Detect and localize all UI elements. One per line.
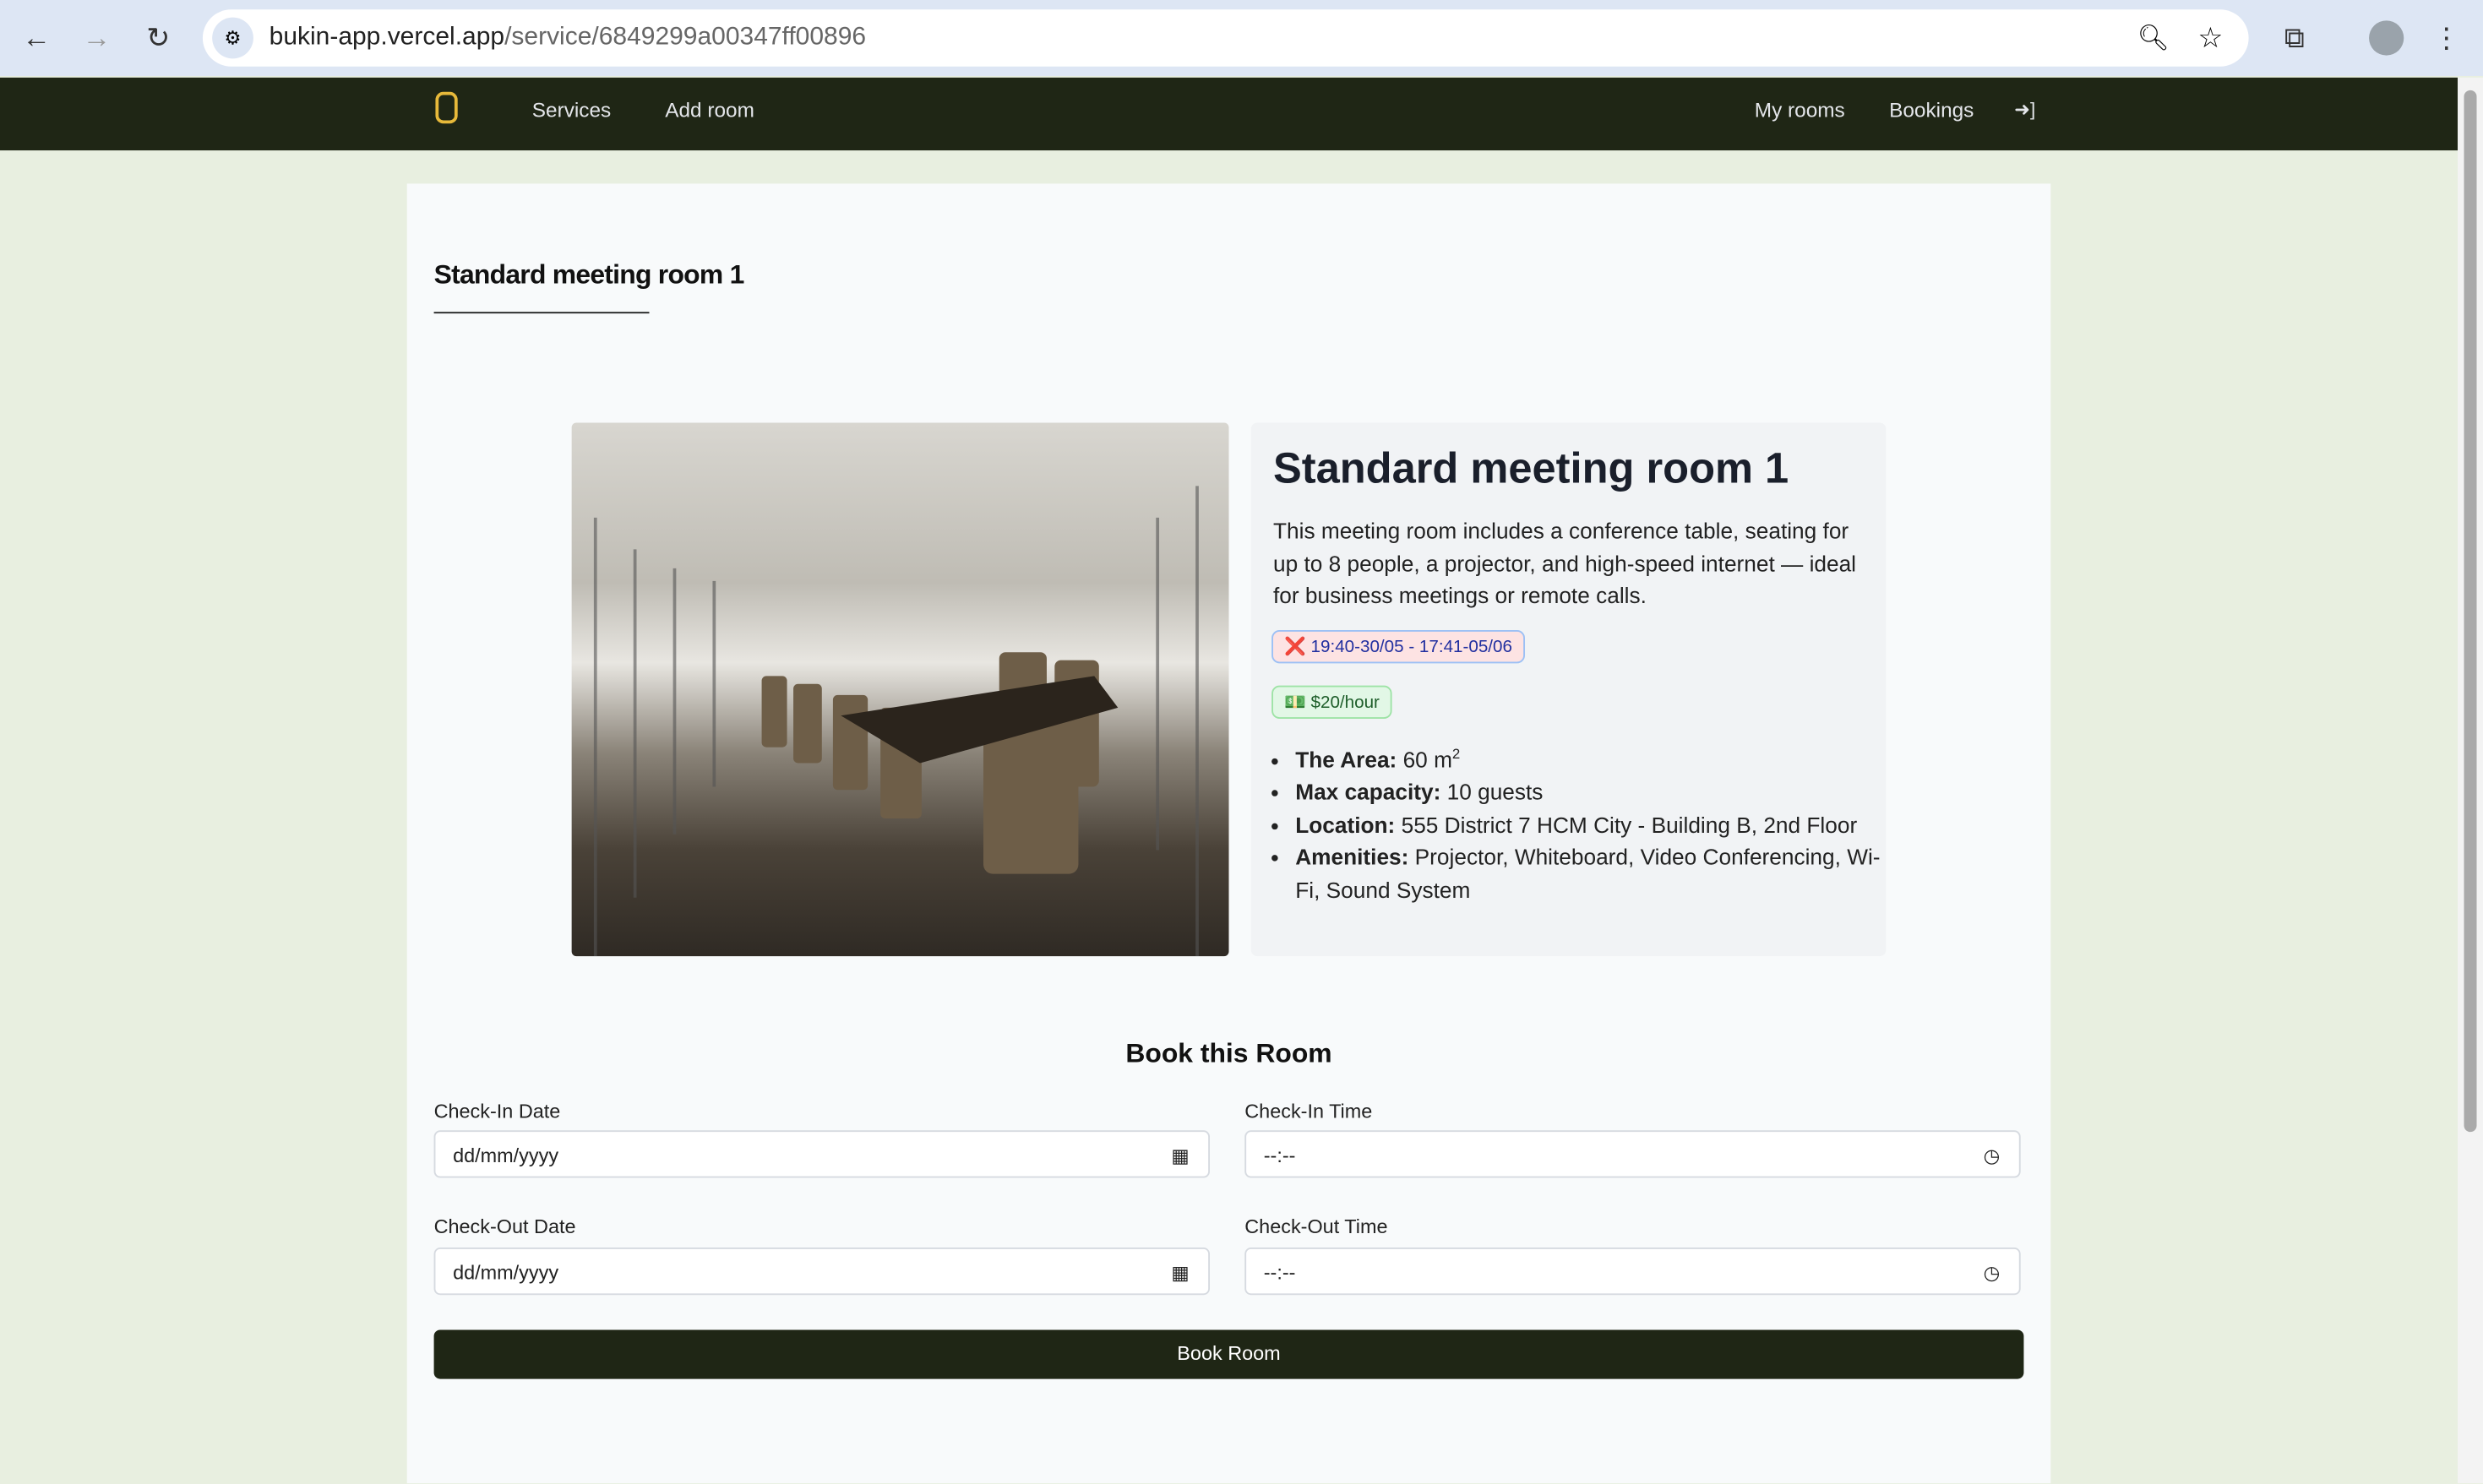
menu-icon[interactable]: ⋮ — [2427, 19, 2465, 57]
book-room-button[interactable]: Book Room — [433, 1329, 2024, 1379]
content-card: Standard meeting room 1 Standard meeting… — [406, 183, 2051, 1484]
browser-toolbar: ← → ↻ ⚙ bukin-app.vercel.app/service/684… — [0, 0, 2483, 76]
availability-badge: ❌ 19:40-30/05 - 17:41-05/06 — [1271, 629, 1525, 664]
room-info-panel: Standard meeting room 1 This meeting roo… — [1250, 422, 1887, 957]
clock-icon[interactable]: ◷ — [1984, 1249, 2001, 1296]
detail-area: The Area: 60 m2 — [1295, 737, 1881, 775]
scrollbar[interactable] — [2458, 77, 2483, 1484]
extensions-icon[interactable]: ⧉ — [2275, 19, 2313, 57]
checkout-date-input[interactable]: dd/mm/yyyy ▦ — [433, 1247, 1211, 1296]
site-settings-icon[interactable]: ⚙ — [212, 17, 253, 59]
cross-icon: ❌ — [1284, 638, 1306, 657]
checkin-time-input[interactable]: --:-- ◷ — [1244, 1130, 2021, 1179]
checkout-date-label: Check-Out Date — [433, 1215, 576, 1238]
nav-add-room[interactable]: Add room — [665, 98, 754, 122]
title-underline — [433, 312, 650, 314]
calendar-icon[interactable]: ▦ — [1171, 1132, 1189, 1179]
back-icon[interactable]: ← — [18, 19, 56, 57]
reload-icon[interactable]: ↻ — [139, 19, 177, 57]
nav-my-rooms[interactable]: My rooms — [1755, 98, 1845, 122]
nav-services[interactable]: Services — [532, 98, 611, 122]
checkin-date-input[interactable]: dd/mm/yyyy ▦ — [433, 1130, 1211, 1179]
profile-avatar[interactable] — [2369, 20, 2404, 56]
detail-location: Location: 555 District 7 HCM City - Buil… — [1295, 808, 1881, 840]
detail-capacity: Max capacity: 10 guests — [1295, 776, 1881, 808]
detail-amenities: Amenities: Projector, Whiteboard, Video … — [1295, 841, 1881, 906]
star-icon[interactable]: ☆ — [2197, 21, 2223, 54]
checkin-time-label: Check-In Time — [1244, 1100, 1373, 1123]
logo-icon[interactable] — [435, 91, 458, 124]
scrollbar-thumb[interactable] — [2464, 90, 2477, 1133]
calendar-icon[interactable]: ▦ — [1171, 1249, 1189, 1296]
checkout-time-label: Check-Out Time — [1244, 1215, 1388, 1238]
room-details: The Area: 60 m2 Max capacity: 10 guests … — [1273, 737, 1881, 905]
forward-icon[interactable]: → — [78, 19, 116, 57]
address-bar[interactable]: ⚙ bukin-app.vercel.app/service/6849299a0… — [202, 9, 2249, 67]
clock-icon[interactable]: ◷ — [1984, 1132, 2001, 1179]
url-host: bukin-app.vercel.app — [269, 24, 505, 51]
page-title: Standard meeting room 1 — [433, 259, 745, 291]
room-description: This meeting room includes a conference … — [1272, 517, 1857, 608]
top-nav: Services Add room My rooms Bookings ➜] — [0, 77, 2458, 151]
nav-bookings[interactable]: Bookings — [1889, 98, 1974, 122]
url-path: /service/6849299a00347ff00896 — [504, 24, 867, 51]
room-photo — [571, 422, 1229, 957]
booking-title: Book this Room — [1125, 1038, 1332, 1069]
price-badge: 💵 $20/hour — [1271, 685, 1392, 719]
logout-icon[interactable]: ➜] — [2014, 98, 2035, 120]
zoom-icon[interactable]: 🔍︎ — [2137, 22, 2170, 53]
checkin-date-label: Check-In Date — [433, 1100, 561, 1123]
room-name: Standard meeting room 1 — [1272, 444, 1789, 492]
checkout-time-input[interactable]: --:-- ◷ — [1244, 1247, 2021, 1296]
money-icon: 💵 — [1284, 693, 1306, 713]
